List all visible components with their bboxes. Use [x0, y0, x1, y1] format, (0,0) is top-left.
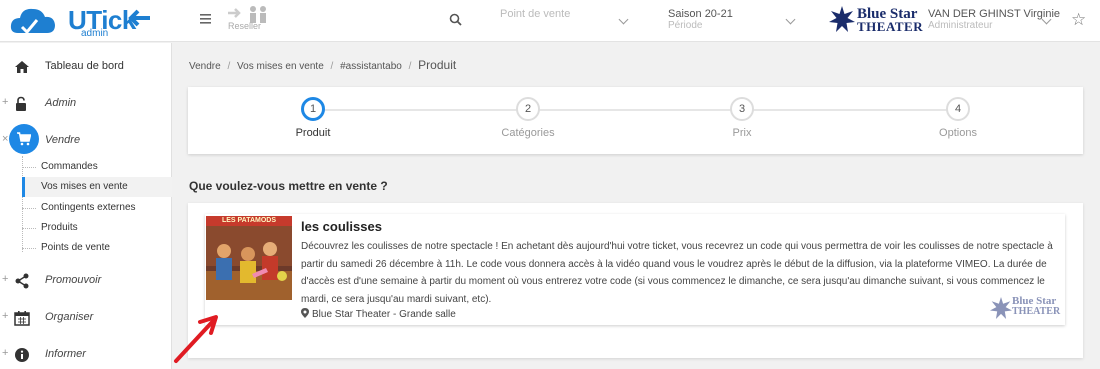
sidebar: Tableau de bord + Admin × Vendre Command…: [0, 43, 172, 369]
sidebar-item-promouvoir[interactable]: + Promouvoir: [0, 270, 172, 294]
annotation-arrow-icon: [174, 315, 218, 363]
product-venue: Blue Star Theater - Grande salle: [301, 308, 456, 320]
sidebar-subitem-vos-mises-en-vente[interactable]: Vos mises en vente: [22, 177, 172, 197]
sidebar-item-label: Informer: [45, 348, 86, 360]
step-number: 4: [946, 97, 970, 121]
product-image: LES PATAMODS: [206, 216, 292, 300]
breadcrumb: Vendre / Vos mises en vente / #assistant…: [189, 58, 457, 72]
sidebar-subitem-commandes[interactable]: Commandes: [22, 157, 172, 177]
top-bar: UTick admin Reseller Point de vente Sais…: [0, 0, 1100, 42]
product-photo: [206, 216, 292, 300]
cloud-icon: [10, 8, 55, 35]
venue-logo-line2: THEATER: [1012, 306, 1061, 317]
org-logo-line2: THEATER: [857, 19, 924, 34]
saison-select[interactable]: Saison 20-21 Période: [668, 8, 733, 31]
wizard-step-categories[interactable]: 2 Catégories: [483, 97, 573, 139]
saison-sublabel: Période: [668, 20, 703, 31]
sidebar-item-admin[interactable]: + Admin: [0, 93, 172, 117]
info-icon: [15, 348, 29, 362]
sidebar-item-organiser[interactable]: + Organiser: [0, 307, 172, 331]
org-logo: Blue Star THEATER: [829, 6, 924, 34]
sidebar-subitem-label: Produits: [41, 222, 78, 233]
point-de-vente-select[interactable]: Point de vente: [500, 8, 570, 20]
unlock-icon: [16, 96, 26, 111]
wizard-steps: 1 Produit 2 Catégories 3 Prix 4 Options: [188, 87, 1083, 154]
sidebar-subitem-produits[interactable]: Produits: [22, 218, 172, 238]
reseller-label: Reseller: [228, 21, 262, 31]
expand-icon[interactable]: +: [2, 96, 8, 108]
step-label: Options: [939, 127, 977, 139]
expand-icon[interactable]: +: [2, 310, 8, 322]
share-icon: [15, 273, 29, 289]
logo-subtitle: admin: [81, 28, 109, 39]
arrow-left-icon: [128, 9, 150, 27]
step-number: 3: [730, 97, 754, 121]
hamburger-icon: [200, 14, 211, 24]
product-title: les coulisses: [301, 219, 382, 234]
menu-toggle-button[interactable]: [200, 13, 212, 25]
product-list-panel: LES PATAMODS les coulisses Découvrez les…: [188, 203, 1083, 358]
cart-icon-circle: [9, 124, 39, 154]
step-label: Produit: [295, 127, 331, 139]
section-title: Que voulez-vous mettre en vente ?: [189, 179, 388, 193]
search-icon: [449, 13, 462, 26]
breadcrumb-current: Produit: [418, 58, 457, 72]
product-description: Découvrez les coulisses de notre spectac…: [301, 241, 1053, 305]
sidebar-item-tableau-de-bord[interactable]: Tableau de bord: [0, 56, 172, 80]
blue-star-logo-icon: [990, 297, 1012, 319]
home-icon: [15, 61, 29, 73]
calendar-icon: [14, 311, 30, 326]
sidebar-item-label: Vendre: [45, 134, 81, 146]
sidebar-item-label: Tableau de bord: [45, 60, 124, 72]
step-label: Prix: [732, 127, 752, 139]
breadcrumb-link-mises-en-vente[interactable]: Vos mises en vente: [237, 61, 324, 72]
sidebar-subitem-label: Points de vente: [41, 242, 110, 253]
step-label: Catégories: [501, 127, 555, 139]
point-de-vente-value: Point de vente: [500, 8, 571, 20]
sidebar-subitem-contingents-externes[interactable]: Contingents externes: [22, 198, 172, 218]
cart-icon: [17, 132, 31, 146]
product-card[interactable]: LES PATAMODS les coulisses Découvrez les…: [205, 214, 1065, 325]
chevron-down-icon: [618, 14, 629, 25]
chevron-down-icon: [785, 14, 796, 25]
breadcrumb-link-assistant[interactable]: #assistantabo: [340, 61, 402, 72]
expand-icon[interactable]: +: [2, 347, 8, 359]
product-venue-text: Blue Star Theater - Grande salle: [312, 309, 456, 320]
map-marker-icon: [301, 308, 309, 318]
venue-logo: Blue Star THEATER: [990, 295, 1060, 321]
product-image-banner: LES PATAMODS: [206, 216, 292, 226]
collapse-icon[interactable]: ×: [2, 133, 8, 145]
search-button[interactable]: [449, 13, 462, 29]
sidebar-item-informer[interactable]: + Informer: [0, 344, 172, 368]
saison-value: Saison 20-21: [668, 8, 733, 20]
sidebar-item-label: Organiser: [45, 311, 94, 323]
wizard-step-prix[interactable]: 3 Prix: [697, 97, 787, 139]
sidebar-item-label: Promouvoir: [45, 274, 102, 286]
favorite-star-icon[interactable]: ☆: [1071, 10, 1086, 30]
sidebar-item-label: Admin: [45, 97, 77, 109]
wizard-step-options[interactable]: 4 Options: [913, 97, 1003, 139]
step-number: 2: [516, 97, 540, 121]
utick-logo[interactable]: UTick admin: [8, 3, 150, 39]
sidebar-subitem-label: Vos mises en vente: [41, 181, 128, 192]
step-number: 1: [301, 97, 325, 121]
sidebar-subitem-label: Contingents externes: [41, 202, 136, 213]
breadcrumb-link-vendre[interactable]: Vendre: [189, 61, 221, 72]
sidebar-subitem-points-de-vente[interactable]: Points de vente: [22, 238, 172, 258]
sidebar-subitem-label: Commandes: [41, 161, 98, 172]
user-role: Administrateur: [928, 20, 993, 31]
wizard-step-produit[interactable]: 1 Produit: [268, 97, 358, 139]
user-name: VAN DER GHINST Virginie: [928, 8, 1061, 20]
sidebar-item-vendre[interactable]: × Vendre: [0, 124, 172, 154]
expand-icon[interactable]: +: [2, 273, 8, 285]
